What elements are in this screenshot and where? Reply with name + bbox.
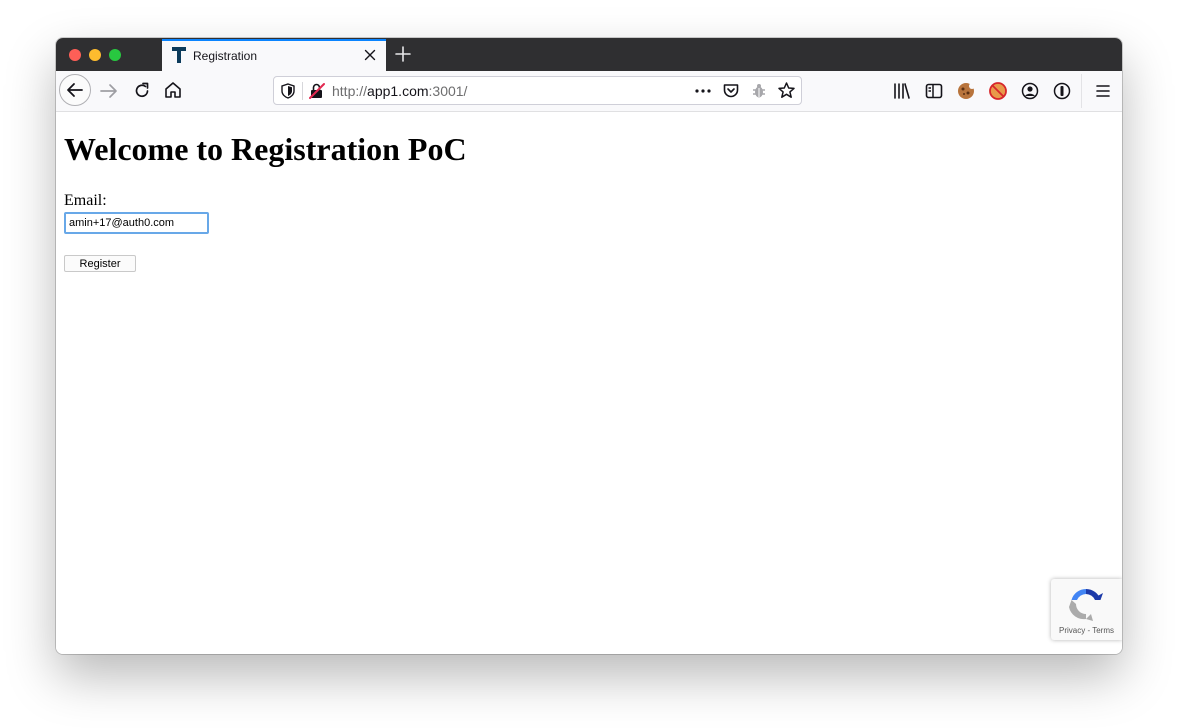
page-title: Welcome to Registration PoC bbox=[64, 131, 467, 167]
url-bar-separator bbox=[302, 82, 303, 100]
new-tab-icon[interactable] bbox=[394, 45, 412, 63]
window-minimize-button[interactable] bbox=[89, 49, 101, 61]
recaptcha-links: Privacy - Terms bbox=[1051, 626, 1122, 635]
forward-arrow-icon[interactable] bbox=[98, 80, 120, 102]
library-icon[interactable] bbox=[892, 81, 912, 101]
sidebar-icon[interactable] bbox=[924, 81, 944, 101]
url-host: app1.com bbox=[367, 83, 429, 99]
email-label: Email: bbox=[64, 192, 107, 209]
site-favicon-icon bbox=[172, 47, 186, 63]
cookie-extension-icon[interactable] bbox=[956, 81, 976, 101]
register-button[interactable]: Register bbox=[64, 255, 136, 272]
navigation-toolbar: http://app1.com:3001/ bbox=[56, 71, 1122, 112]
home-icon[interactable] bbox=[162, 79, 184, 101]
url-scheme: http:// bbox=[332, 83, 368, 99]
password-manager-icon[interactable] bbox=[1052, 81, 1072, 101]
tab-registration[interactable]: Registration bbox=[162, 39, 386, 71]
tab-title: Registration bbox=[193, 49, 258, 63]
back-button[interactable] bbox=[59, 74, 91, 106]
browser-window: Registration http://app1.com:3001/ Welco… bbox=[56, 38, 1122, 654]
url-bar[interactable]: http://app1.com:3001/ bbox=[273, 76, 802, 105]
bookmark-star-icon[interactable] bbox=[777, 81, 796, 100]
recaptcha-privacy-link[interactable]: Privacy bbox=[1059, 626, 1085, 635]
bug-extension-icon[interactable] bbox=[750, 82, 768, 100]
recaptcha-badge[interactable]: Privacy - Terms bbox=[1051, 579, 1122, 640]
insecure-connection-icon[interactable] bbox=[309, 82, 325, 100]
pocket-icon[interactable] bbox=[722, 82, 740, 100]
close-tab-icon[interactable] bbox=[362, 47, 378, 63]
tracking-protection-shield-icon[interactable] bbox=[281, 83, 295, 99]
page-content: Welcome to Registration PoC Email: Regis… bbox=[56, 112, 1122, 654]
url-text[interactable]: http://app1.com:3001/ bbox=[332, 83, 467, 99]
toolbar-separator bbox=[1081, 74, 1082, 108]
url-port-path: :3001/ bbox=[428, 83, 468, 99]
reload-icon[interactable] bbox=[131, 80, 153, 102]
recaptcha-terms-link[interactable]: Terms bbox=[1092, 626, 1114, 635]
cookie-blocked-extension-icon[interactable] bbox=[988, 81, 1008, 101]
recaptcha-icon bbox=[1069, 588, 1103, 621]
window-maximize-button[interactable] bbox=[109, 49, 121, 61]
tab-strip: Registration bbox=[56, 38, 1122, 71]
hamburger-menu-icon[interactable] bbox=[1093, 81, 1113, 101]
account-icon[interactable] bbox=[1020, 81, 1040, 101]
back-arrow-icon bbox=[67, 83, 83, 97]
email-field[interactable] bbox=[64, 212, 209, 234]
window-close-button[interactable] bbox=[69, 49, 81, 61]
page-actions-more-icon[interactable] bbox=[694, 83, 712, 99]
